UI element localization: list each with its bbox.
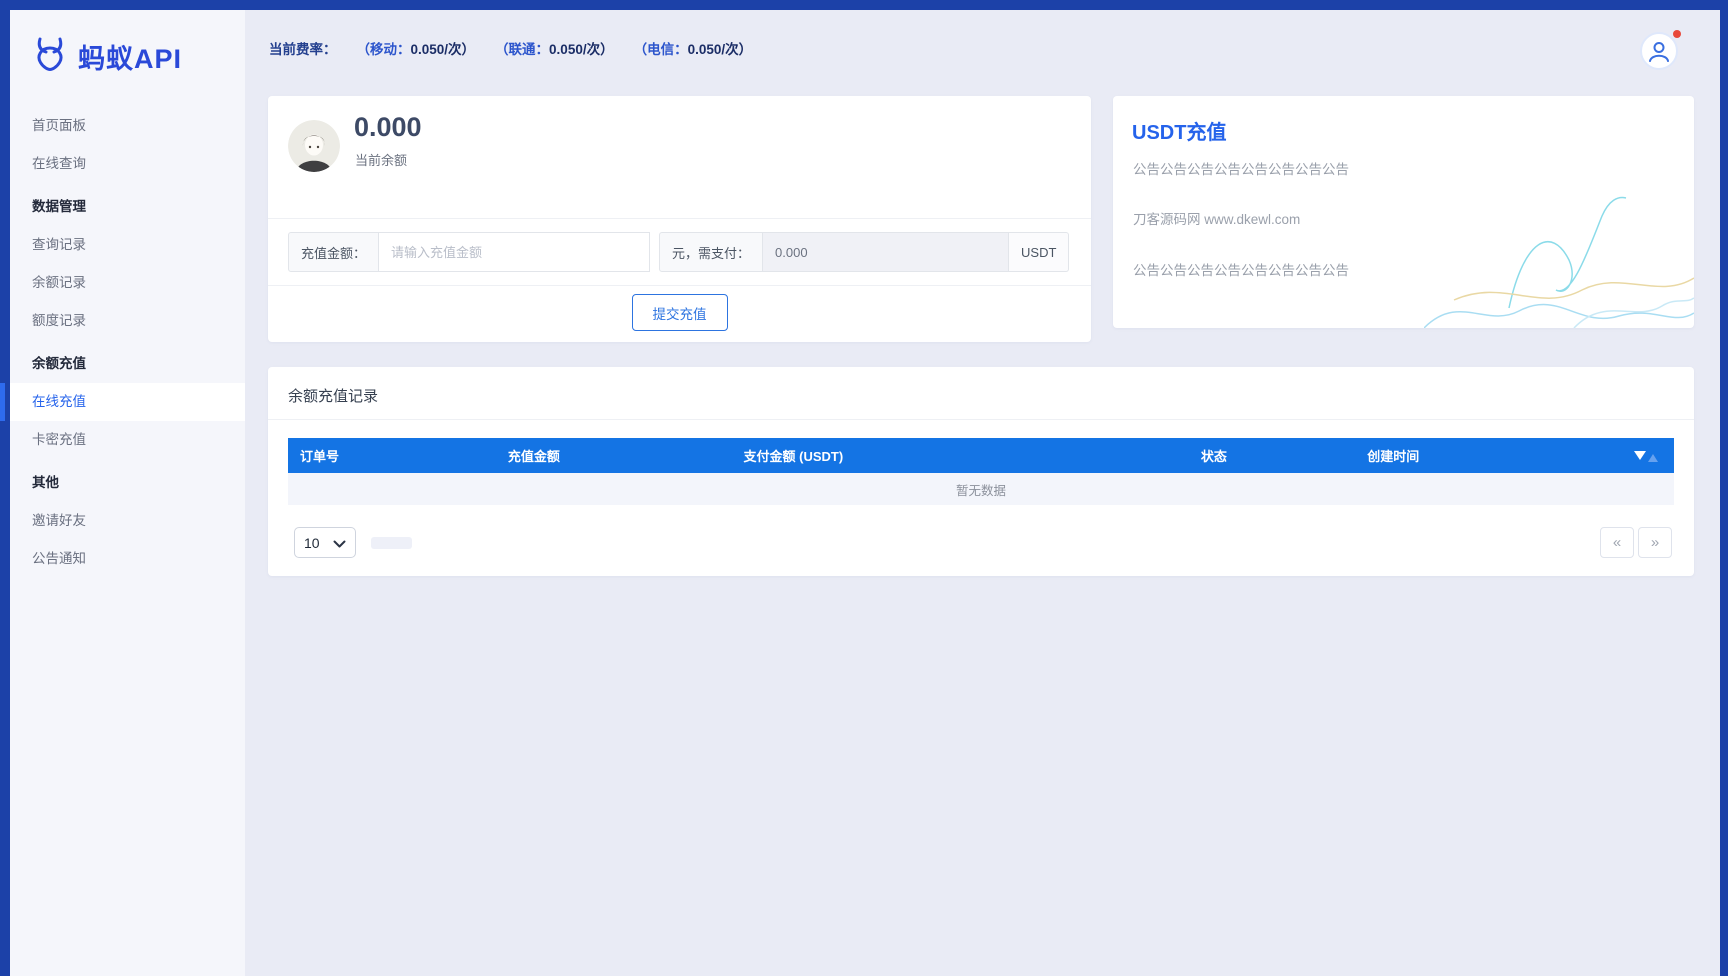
pagination: 10 « »: [268, 527, 1694, 559]
user-icon[interactable]: [1640, 32, 1678, 70]
sidebar-item-online-recharge[interactable]: 在线充值: [0, 383, 245, 421]
divider: [268, 419, 1694, 420]
pay-amount-label: 元，需支付：: [659, 232, 764, 272]
chevron-down-icon: [333, 535, 346, 551]
divider: [268, 218, 1091, 219]
rate-unicom: （联通：0.050/次）: [495, 38, 614, 58]
page-size-select[interactable]: 10: [294, 527, 356, 558]
sidebar-item-quota-records[interactable]: 额度记录: [10, 302, 245, 340]
column-order-no[interactable]: 订单号: [288, 446, 496, 465]
announcement-line: 公告公告公告公告公告公告公告公告: [1133, 263, 1349, 278]
sidebar: 蚂蚁API 首页面板 在线查询 数据管理 查询记录 余额记录 额度记录 余额充值…: [0, 10, 245, 976]
sort-asc-icon: [1648, 453, 1658, 462]
rate-mobile: （移动：0.050/次）: [357, 38, 476, 58]
column-recharge-amount[interactable]: 充值金额: [496, 446, 732, 465]
records-card: 余额充值记录 订单号 充值金额 支付金额 (USDT) 状态 创建时间 暂无数据…: [268, 367, 1694, 576]
records-title: 余额充值记录: [288, 388, 379, 405]
balance-amount: 0.000: [354, 112, 422, 142]
rate-telecom: （电信：0.050/次）: [634, 38, 753, 58]
sidebar-item-card-recharge[interactable]: 卡密充值: [10, 421, 245, 459]
decorative-waves: [1424, 196, 1694, 328]
sidebar-section-data-management: 数据管理: [32, 199, 86, 214]
rate-telecom-label: （电信：: [633, 42, 688, 57]
empty-state: 暂无数据: [288, 473, 1674, 505]
recharge-amount-label: 充值金额：: [288, 232, 380, 272]
prev-page-button[interactable]: «: [1600, 527, 1634, 558]
rate-telecom-value: 0.050/次）: [687, 42, 753, 57]
main-content: 当前费率： （移动：0.050/次） （联通：0.050/次） （电信：0.05…: [245, 10, 1720, 976]
user-menu[interactable]: [1640, 30, 1681, 70]
table-header: 订单号 充值金额 支付金额 (USDT) 状态 创建时间: [288, 438, 1674, 473]
rate-label: 当前费率：: [269, 42, 337, 57]
sidebar-item-invite-friends[interactable]: 邀请好友: [10, 502, 245, 540]
rate-unicom-value: 0.050/次）: [549, 42, 614, 57]
records-table: 订单号 充值金额 支付金额 (USDT) 状态 创建时间 暂无数据: [288, 438, 1674, 505]
sidebar-item-query-records[interactable]: 查询记录: [10, 226, 245, 264]
cartoon-user-avatar: [288, 120, 340, 172]
announcement-line: 刀客源码网 www.dkewl.com: [1133, 212, 1301, 227]
rate-mobile-value: 0.050/次）: [410, 42, 476, 57]
notification-dot: [1673, 30, 1681, 38]
ant-icon: [30, 36, 70, 77]
column-status[interactable]: 状态: [1189, 446, 1355, 465]
column-created-time[interactable]: 创建时间: [1355, 446, 1622, 465]
sidebar-item-balance-records[interactable]: 余额记录: [10, 264, 245, 302]
recharge-form: 充值金额： 元，需支付： USDT: [288, 232, 1070, 272]
rate-unicom-label: （联通：: [495, 42, 550, 57]
recharge-amount-input[interactable]: [379, 232, 651, 272]
page-indicator-pill: [371, 537, 412, 549]
currency-addon: USDT: [1009, 232, 1070, 272]
sidebar-menu: 首页面板 在线查询 数据管理 查询记录 余额记录 额度记录 余额充值 在线充值 …: [0, 107, 245, 578]
announcement-line: 公告公告公告公告公告公告公告公告: [1133, 162, 1349, 177]
submit-recharge-button[interactable]: 提交充值: [631, 294, 728, 331]
brand-logo[interactable]: 蚂蚁API: [10, 10, 245, 99]
rate-mobile-label: （移动：: [356, 42, 411, 57]
sort-desc-icon: [1634, 451, 1646, 460]
next-page-button[interactable]: »: [1638, 527, 1672, 558]
current-rates: 当前费率： （移动：0.050/次） （联通：0.050/次） （电信：0.05…: [269, 10, 752, 86]
sidebar-item-online-query[interactable]: 在线查询: [10, 145, 245, 183]
sidebar-section-balance-recharge: 余额充值: [32, 356, 86, 371]
topbar: 当前费率： （移动：0.050/次） （联通：0.050/次） （电信：0.05…: [245, 10, 1720, 86]
balance-card: 0.000 当前余额 充值金额： 元，需支付： USDT 提交充值: [268, 96, 1091, 342]
pay-amount-value: [763, 232, 1010, 272]
divider: [268, 285, 1091, 286]
balance-label: 当前余额: [355, 153, 408, 168]
brand-name: 蚂蚁API: [78, 44, 183, 74]
page-size-value: 10: [304, 534, 320, 551]
sidebar-item-announcements[interactable]: 公告通知: [10, 540, 245, 578]
empty-text: 暂无数据: [955, 483, 1006, 498]
column-pay-amount-usdt[interactable]: 支付金额 (USDT): [732, 446, 1189, 465]
filter-sort-icon[interactable]: [1622, 450, 1674, 462]
sidebar-section-other: 其他: [32, 475, 59, 490]
usdt-card: USDT充值 公告公告公告公告公告公告公告公告 刀客源码网 www.dkewl.…: [1113, 96, 1694, 328]
usdt-card-title: USDT充值: [1132, 122, 1227, 144]
sidebar-item-home[interactable]: 首页面板: [10, 107, 245, 145]
